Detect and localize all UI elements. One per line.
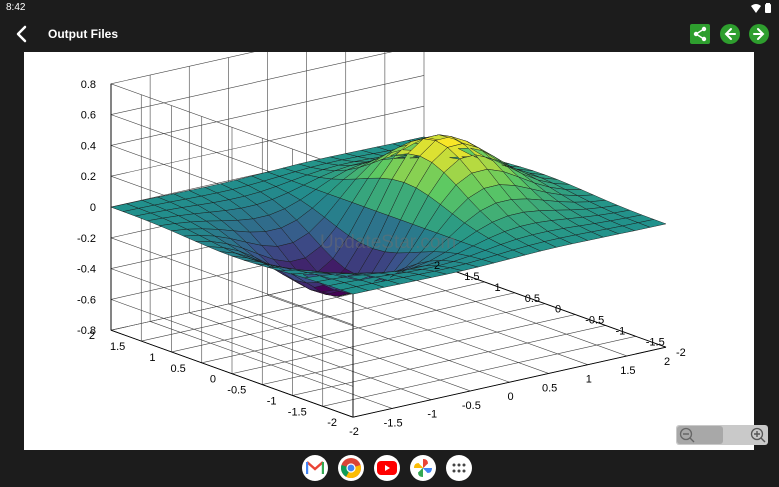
y-tick-label: 1.5	[110, 341, 125, 353]
arrow-back-icon[interactable]	[12, 24, 32, 44]
share-icon[interactable]	[690, 24, 710, 44]
status-bar: 8:42	[0, 0, 779, 16]
y-tick-label: -1.5	[288, 406, 307, 418]
floor-gridline	[262, 314, 576, 385]
page-title: Output Files	[48, 27, 118, 41]
y-tick-label: -1.5	[646, 336, 665, 348]
y-tick-label: 1	[149, 352, 155, 364]
x-axis-line	[352, 346, 667, 418]
y-tick-label: -1	[267, 395, 277, 407]
floor-gridline	[322, 336, 636, 407]
youtube-icon[interactable]	[374, 455, 400, 481]
surface-plot: 0.80.60.40.20-0.2-0.4-0.6-0.8 21.510.50-…	[77, 52, 686, 438]
floor-gridline	[231, 303, 546, 374]
output-file-viewer[interactable]: 0.8 0.6 0.4 0.2 0 -0.2 -0.4 -0.6 -0.8 2 1.5 1 0.5 0-…	[24, 52, 754, 450]
z-tick-label: 0.6	[81, 110, 96, 122]
y-tick-label: 2	[434, 260, 440, 272]
x-tick-label: 1	[586, 374, 592, 386]
y-tick-label: -2	[327, 417, 337, 429]
y-tick-label: 0.5	[170, 363, 185, 375]
y-tick-label: 0.5	[525, 293, 540, 305]
floor-gridline	[292, 325, 606, 396]
x-tick-label: -1	[427, 409, 437, 421]
y-tick-label: -1	[616, 325, 626, 337]
y-tick-label: -2	[676, 347, 686, 359]
zoom-control[interactable]	[676, 425, 768, 445]
y-tick-label: 1	[495, 282, 501, 294]
z-tick-label: -0.4	[77, 264, 96, 276]
floor-gridline	[201, 292, 515, 364]
z-tick-label: -0.6	[77, 294, 96, 306]
x-tick-label: -1.5	[384, 417, 403, 429]
y-tick-label: -0.5	[585, 315, 604, 327]
previous-arrow-icon[interactable]	[720, 24, 740, 44]
chrome-icon[interactable]	[338, 455, 364, 481]
y-tick-label: 0	[210, 374, 216, 386]
gmail-icon[interactable]	[302, 455, 328, 481]
x-tick-label: -2	[349, 426, 359, 438]
z-tick-label: 0.2	[81, 171, 96, 183]
app-bar: Output Files	[0, 16, 779, 52]
z-tick-label: 0.8	[81, 79, 96, 91]
app-dock	[302, 455, 472, 481]
z-tick-label: 0	[90, 202, 96, 214]
y-tick-label: 1.5	[464, 271, 479, 283]
x-tick-label: 2	[664, 356, 670, 368]
x-tick-label: 0.5	[542, 382, 557, 394]
x-tick-label: -0.5	[462, 400, 481, 412]
wifi-icon	[751, 3, 761, 13]
x-tick-label: 1.5	[620, 365, 635, 377]
app-drawer-icon[interactable]	[446, 455, 472, 481]
z-tick-label: 0.4	[81, 140, 96, 152]
battery-icon	[765, 3, 771, 13]
z-tick-label: -0.2	[77, 233, 96, 245]
next-arrow-icon[interactable]	[749, 24, 769, 44]
x-tick-label: 0	[507, 391, 513, 403]
y-tick-label: 2	[89, 330, 95, 342]
y-tick-label: 0	[555, 304, 561, 316]
status-time: 8:42	[6, 2, 26, 13]
photos-icon[interactable]	[410, 455, 436, 481]
y-tick-label: -0.5	[227, 385, 246, 397]
y-axis-line	[423, 259, 667, 348]
